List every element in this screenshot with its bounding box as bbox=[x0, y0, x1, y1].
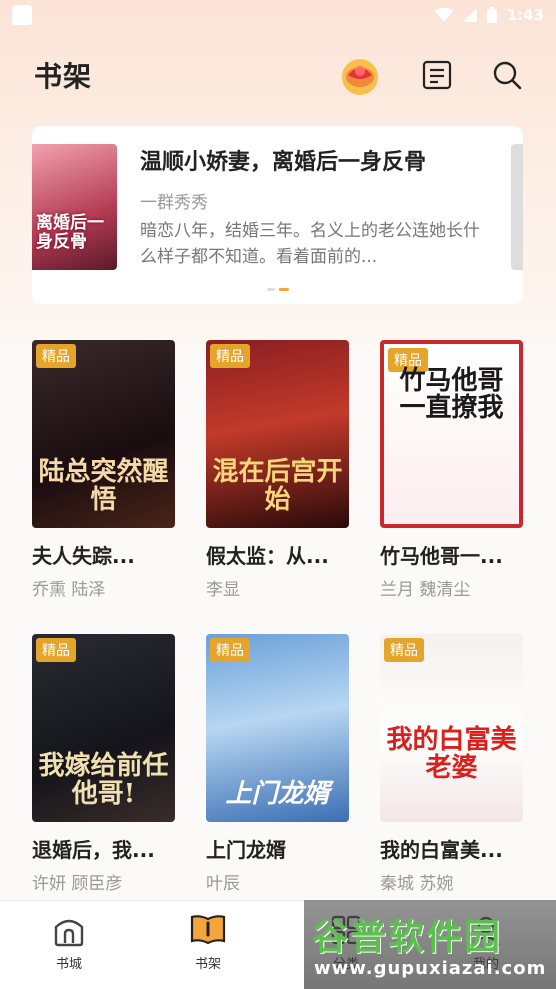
featured-book-cover: 离婚后一身反骨 bbox=[32, 144, 117, 270]
search-icon[interactable] bbox=[492, 60, 522, 90]
nav-item-bookstore[interactable]: 书城 bbox=[29, 913, 109, 972]
book-cover: 精品 陆总突然醒悟 bbox=[32, 340, 175, 528]
watermark-overlay: 谷普软件园 www.gupuxiazai.com bbox=[304, 900, 556, 989]
featured-book-author: 一群秀秀 bbox=[140, 193, 208, 213]
book-authors: 李显 bbox=[206, 580, 240, 600]
nav-label-bookshelf: 书架 bbox=[194, 957, 221, 972]
book-title: 夫人失踪... bbox=[32, 544, 135, 568]
book-item[interactable]: 精品 混在后宫开始 假太监：从... 李显 bbox=[206, 340, 349, 634]
premium-badge: 精品 bbox=[36, 638, 76, 662]
status-bar: 1:43 bbox=[0, 0, 556, 30]
book-item[interactable]: 精品 竹马他哥一直撩我 竹马他哥一... 兰月 魏清尘 bbox=[380, 340, 523, 634]
book-title: 假太监：从... bbox=[206, 544, 329, 568]
book-cover-text: 陆总突然醒悟 bbox=[38, 457, 169, 515]
book-item[interactable]: 精品 我的白富美老婆 我的白富美... 秦城 苏婉 bbox=[380, 634, 523, 928]
book-cover-text: 上门龙婿 bbox=[225, 778, 330, 809]
book-item[interactable]: 精品 我嫁给前任他哥! 退婚后，我... 许妍 顾臣彦 bbox=[32, 634, 175, 928]
book-cover: 精品 我嫁给前任他哥! bbox=[32, 634, 175, 822]
watermark-url: www.gupuxiazai.com bbox=[314, 958, 547, 979]
book-grid: 精品 陆总突然醒悟 夫人失踪... 乔熏 陆泽 精品 混在后宫开始 假太监：从.… bbox=[32, 340, 524, 928]
book-authors: 许妍 顾臣彦 bbox=[32, 874, 123, 894]
book-item[interactable]: 精品 上门龙婿 上门龙婿 叶辰 bbox=[206, 634, 349, 928]
status-time: 1:43 bbox=[506, 6, 544, 24]
header: 书架 bbox=[0, 50, 556, 100]
wifi-icon bbox=[434, 8, 453, 22]
book-cover-text: 我嫁给前任他哥! bbox=[38, 751, 169, 809]
book-authors: 叶辰 bbox=[206, 874, 240, 894]
book-title: 我的白富美... bbox=[380, 838, 503, 862]
bookstore-icon bbox=[54, 919, 84, 947]
book-item[interactable]: 精品 陆总突然醒悟 夫人失踪... 乔熏 陆泽 bbox=[32, 340, 175, 634]
battery-icon bbox=[486, 7, 497, 23]
book-title: 退婚后，我... bbox=[32, 838, 155, 862]
featured-book-description: 暗恋八年，结婚三年。名义上的老公连她长什么样子都不知道。看着面前的... bbox=[140, 221, 480, 267]
book-cover: 精品 我的白富美老婆 bbox=[380, 634, 523, 822]
page-title: 书架 bbox=[34, 60, 93, 93]
bookshelf-icon bbox=[190, 915, 226, 945]
signal-icon bbox=[462, 8, 477, 22]
featured-book-title: 温顺小娇妻，离婚后一身反骨 bbox=[140, 150, 427, 175]
gift-box-icon[interactable] bbox=[338, 53, 382, 97]
book-cover: 精品 混在后宫开始 bbox=[206, 340, 349, 528]
watermark-text: 谷普软件园 bbox=[312, 917, 503, 958]
featured-book-card[interactable]: 离婚后一身反骨 温顺小娇妻，离婚后一身反骨 一群秀秀 暗恋八年，结婚三年。名义上… bbox=[32, 126, 523, 304]
bookshelf-list-icon[interactable] bbox=[422, 60, 452, 90]
book-cover-text: 混在后宫开始 bbox=[212, 457, 343, 515]
book-cover: 精品 竹马他哥一直撩我 bbox=[380, 340, 523, 528]
book-title: 竹马他哥一... bbox=[380, 544, 503, 568]
book-authors: 秦城 苏婉 bbox=[380, 874, 454, 894]
book-authors: 乔熏 陆泽 bbox=[32, 580, 106, 600]
featured-cover-text: 离婚后一身反骨 bbox=[36, 213, 104, 252]
book-cover-text: 竹马他哥一直撩我 bbox=[399, 366, 504, 424]
book-cover-text: 我的白富美老婆 bbox=[386, 725, 517, 783]
nav-item-bookshelf[interactable]: 书架 bbox=[168, 913, 248, 972]
book-cover: 精品 上门龙婿 bbox=[206, 634, 349, 822]
notification-icon bbox=[12, 5, 32, 25]
premium-badge: 精品 bbox=[384, 638, 424, 662]
book-title: 上门龙婿 bbox=[206, 838, 286, 862]
premium-badge: 精品 bbox=[210, 638, 250, 662]
premium-badge: 精品 bbox=[36, 344, 76, 368]
carousel-indicator bbox=[267, 288, 289, 291]
premium-badge: 精品 bbox=[210, 344, 250, 368]
book-authors: 兰月 魏清尘 bbox=[380, 580, 471, 600]
carousel-dot-active bbox=[279, 288, 289, 291]
next-featured-peek bbox=[511, 144, 523, 270]
nav-label-bookstore: 书城 bbox=[55, 957, 82, 972]
carousel-dot bbox=[267, 288, 275, 291]
